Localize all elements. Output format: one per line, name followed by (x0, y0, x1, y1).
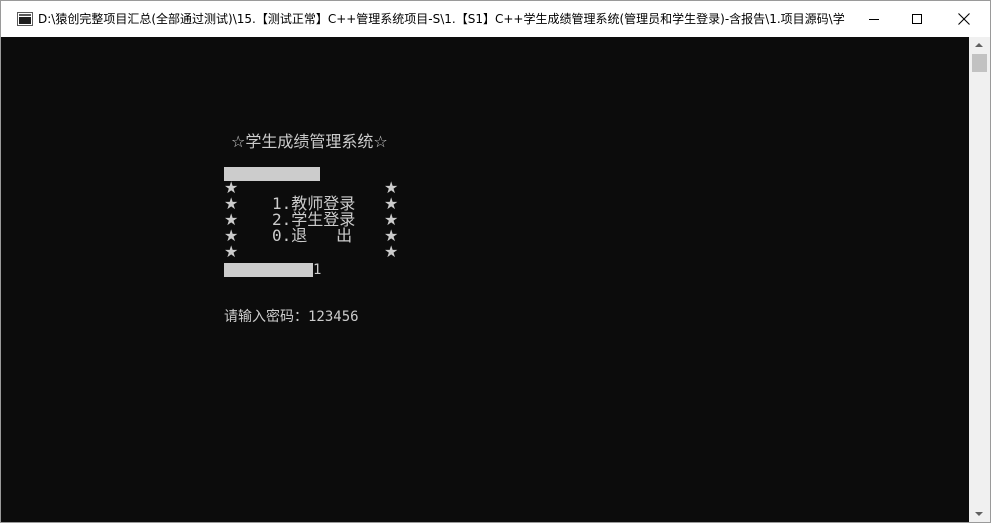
menu-choice-input: 1 (313, 262, 322, 278)
menu-bottom-border (224, 263, 313, 277)
console-window: D:\猿创完整项目汇总(全部通过测试)\15.【测试正常】C++管理系统项目-S… (0, 0, 991, 523)
minimize-icon (869, 18, 879, 20)
maximize-button[interactable] (894, 1, 940, 37)
title-bar[interactable]: D:\猿创完整项目汇总(全部通过测试)\15.【测试正常】C++管理系统项目-S… (1, 1, 990, 37)
arrow-down-icon (975, 512, 983, 516)
vertical-scrollbar[interactable] (969, 37, 990, 522)
arrow-up-icon (975, 43, 983, 47)
scroll-up-button[interactable] (969, 37, 990, 53)
menu-star-left: ★ (224, 242, 239, 261)
console-output-area[interactable]: ☆学生成绩管理系统☆ ★ ★ ★ ★ ★ ★ ★ ★ ★ ★ 1.教师登录 2.… (1, 37, 969, 522)
password-prompt-label: 请输入密码： (224, 309, 308, 325)
console-app-icon[interactable] (17, 12, 33, 26)
minimize-button[interactable] (851, 1, 897, 37)
scroll-down-button[interactable] (969, 506, 990, 522)
window-title: D:\猿创完整项目汇总(全部通过测试)\15.【测试正常】C++管理系统项目-S… (38, 12, 846, 26)
scroll-thumb[interactable] (972, 54, 987, 72)
menu-top-border (224, 167, 320, 181)
maximize-icon (912, 14, 922, 24)
close-button[interactable] (941, 1, 987, 37)
menu-star-right: ★ (384, 242, 399, 261)
system-banner: ☆学生成绩管理系统☆ (231, 132, 388, 151)
close-icon (958, 13, 970, 25)
password-prompt: 请输入密码：123456 (224, 309, 359, 325)
menu-item-exit: 0.退 出 (272, 226, 353, 245)
password-value: 123456 (308, 309, 359, 325)
